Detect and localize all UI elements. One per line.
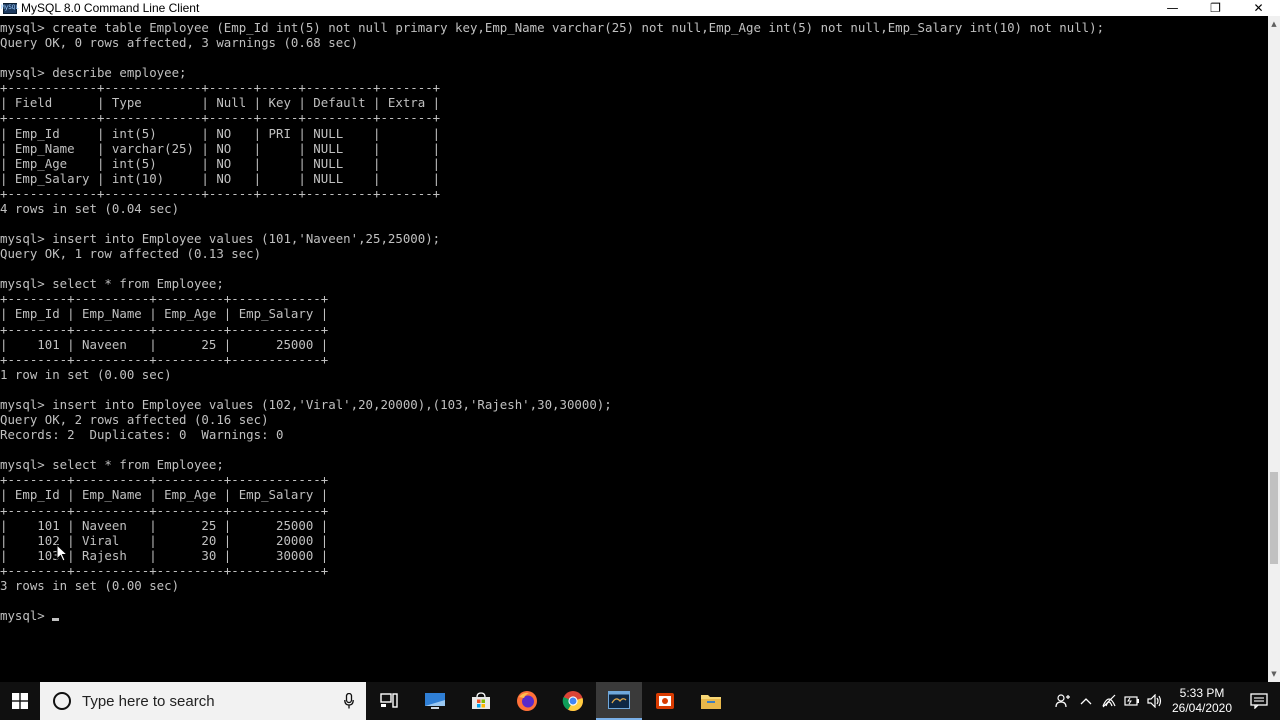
- scrollbar-thumb[interactable]: [1270, 472, 1278, 564]
- firefox-icon[interactable]: [504, 682, 550, 720]
- minimize-button[interactable]: —: [1151, 0, 1194, 16]
- close-button[interactable]: ✕: [1237, 0, 1280, 16]
- app-icon[interactable]: [412, 682, 458, 720]
- restore-button[interactable]: ❐: [1194, 0, 1237, 16]
- battery-icon[interactable]: [1120, 682, 1143, 720]
- console-text: mysql> create table Employee (Emp_Id int…: [0, 20, 1105, 624]
- vertical-scrollbar[interactable]: ▲ ▼: [1268, 16, 1280, 682]
- people-icon[interactable]: [1051, 682, 1074, 720]
- mouse-pointer-icon: [56, 544, 68, 562]
- notifications-icon[interactable]: [1238, 682, 1280, 720]
- task-view-icon[interactable]: [366, 682, 412, 720]
- cortana-icon: [53, 692, 71, 710]
- office-icon[interactable]: [642, 682, 688, 720]
- system-tray: 5:33 PM 26/04/2020: [1051, 682, 1280, 720]
- store-icon[interactable]: [458, 682, 504, 720]
- microphone-icon[interactable]: [344, 693, 354, 709]
- wifi-icon[interactable]: [1097, 682, 1120, 720]
- windows-start-icon[interactable]: [0, 682, 40, 720]
- volume-icon[interactable]: [1143, 682, 1166, 720]
- taskbar-search-box[interactable]: Type here to search: [40, 682, 366, 720]
- file-explorer-icon[interactable]: [688, 682, 734, 720]
- text-cursor: [52, 618, 59, 621]
- window-title-bar[interactable]: MySQL MySQL 8.0 Command Line Client — ❐ …: [0, 0, 1280, 16]
- mysql-icon[interactable]: [596, 682, 642, 720]
- mysql-app-icon: MySQL: [1, 2, 19, 14]
- search-placeholder: Type here to search: [82, 692, 215, 710]
- taskbar-clock[interactable]: 5:33 PM 26/04/2020: [1166, 682, 1238, 720]
- clock-date: 26/04/2020: [1171, 701, 1233, 715]
- chevron-up-icon[interactable]: [1074, 682, 1097, 720]
- console-output[interactable]: mysql> create table Employee (Emp_Id int…: [0, 16, 1268, 682]
- taskbar: Type here to search 5:33 PM 26/04/2020: [0, 682, 1280, 720]
- pinned-apps: [366, 682, 734, 720]
- window-title: MySQL 8.0 Command Line Client: [21, 1, 200, 15]
- window-controls: — ❐ ✕: [1151, 0, 1280, 16]
- clock-time: 5:33 PM: [1179, 686, 1225, 700]
- scroll-down-icon[interactable]: ▼: [1268, 666, 1280, 682]
- chrome-icon[interactable]: [550, 682, 596, 720]
- scroll-up-icon[interactable]: ▲: [1268, 16, 1280, 32]
